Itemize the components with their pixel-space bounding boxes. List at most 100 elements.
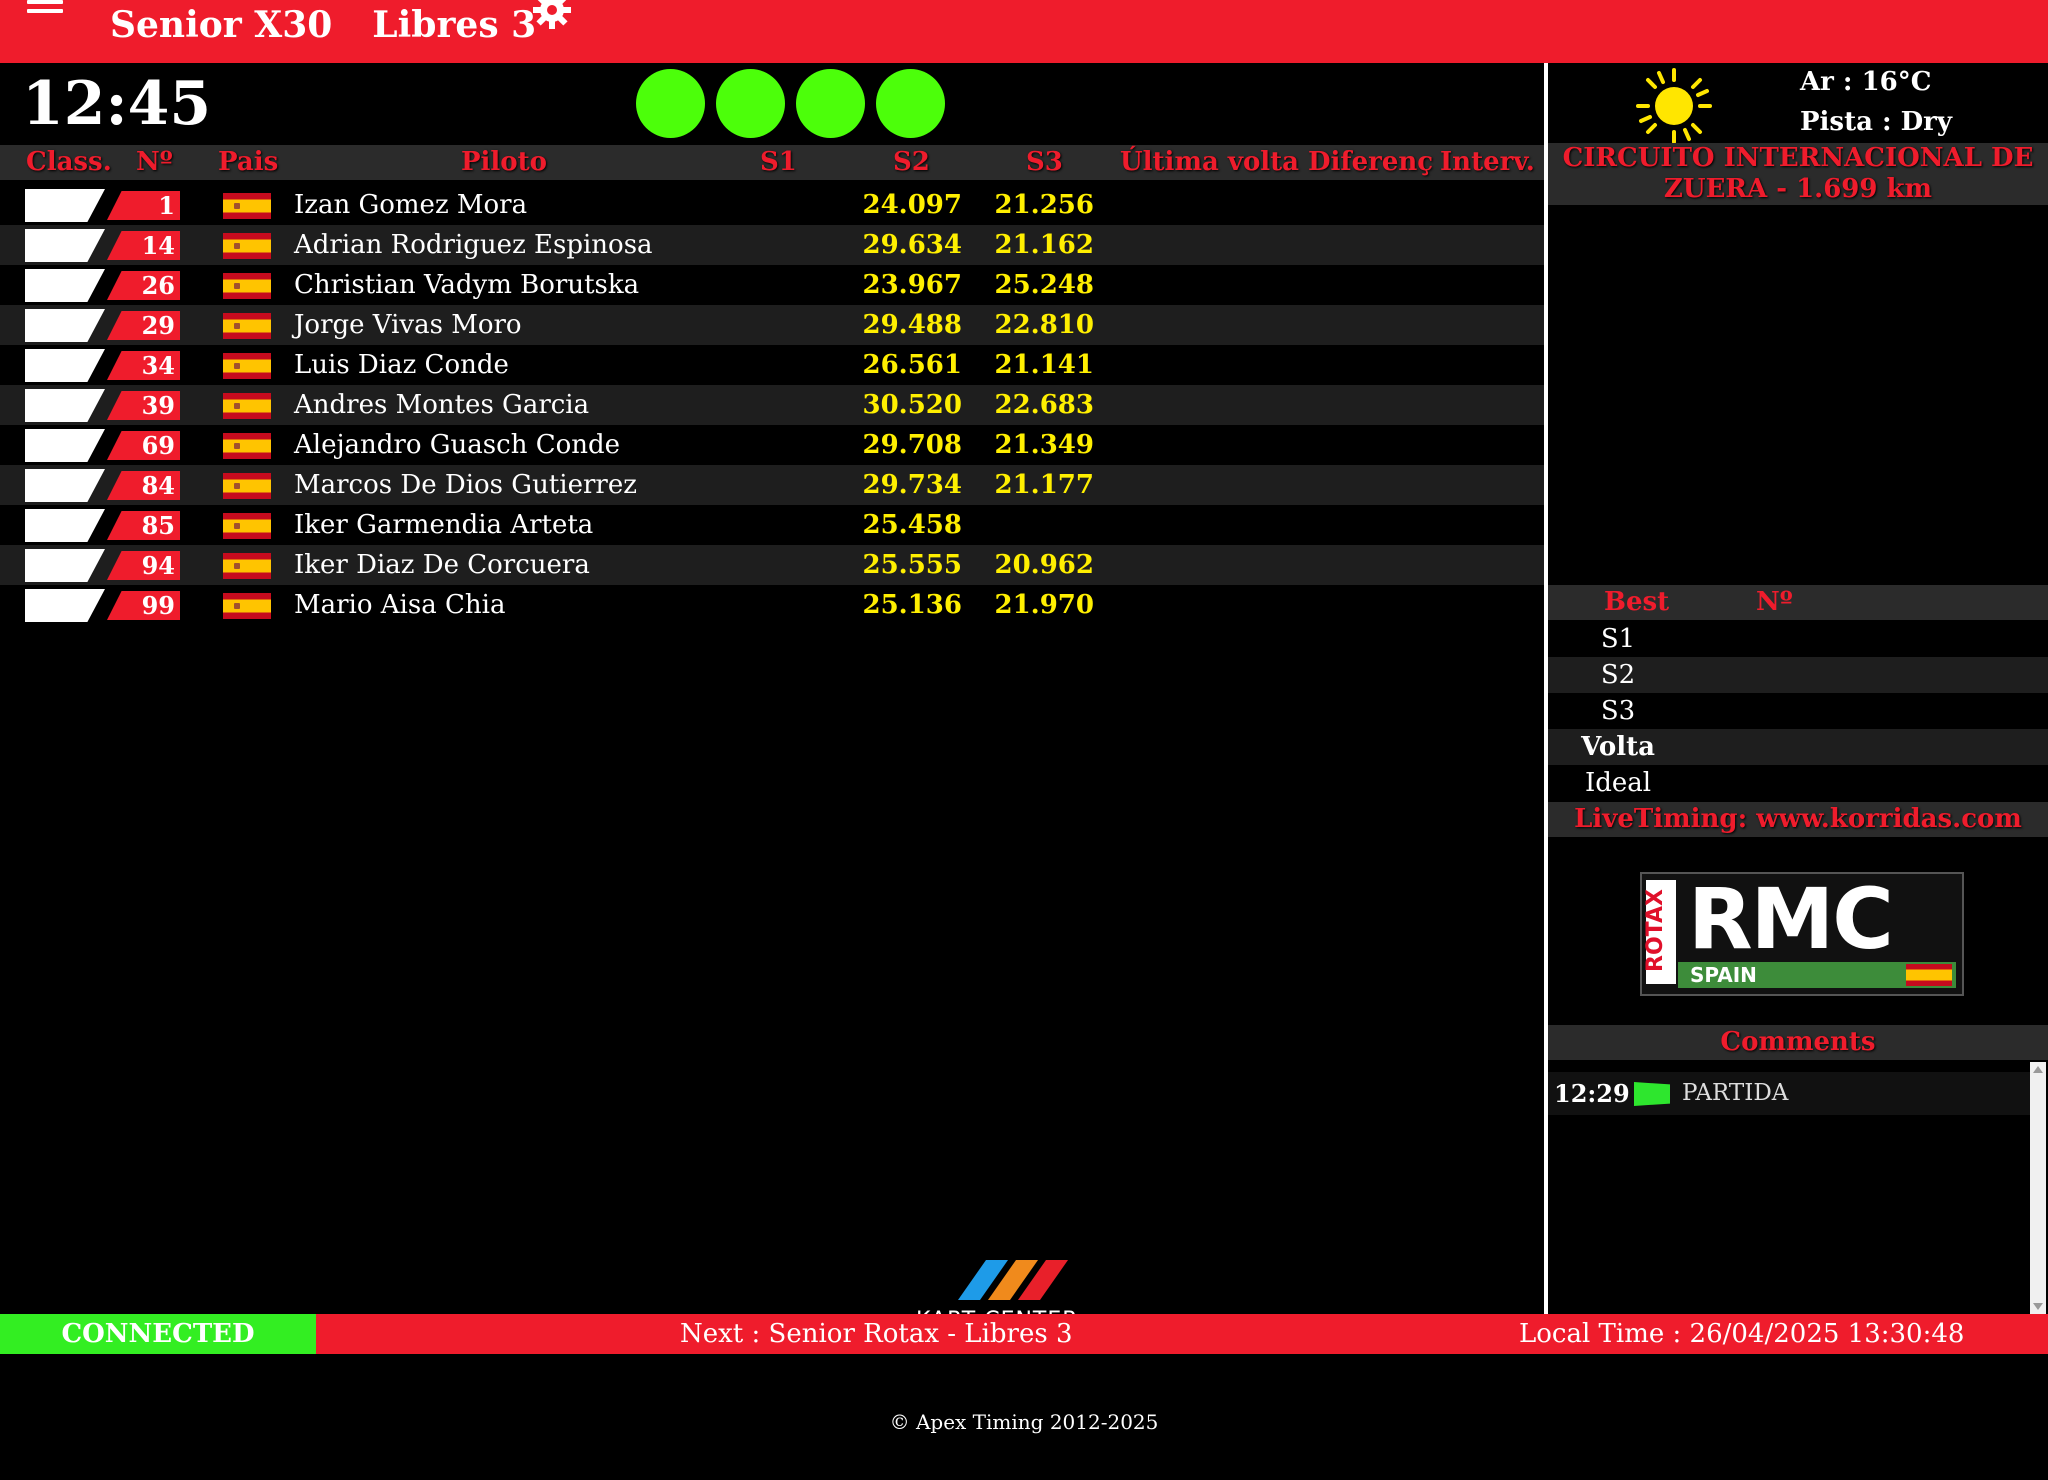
position-box — [25, 349, 105, 382]
spain-flag-icon — [223, 193, 271, 219]
sector-2-time: 29.634 — [862, 230, 962, 260]
spain-flag-icon — [223, 473, 271, 499]
comment-time: 12:29 — [1554, 1079, 1630, 1108]
position-box — [25, 469, 105, 502]
gear-icon[interactable] — [530, 0, 574, 32]
sector-2-time: 24.097 — [862, 190, 962, 220]
best-row-label: S2 — [1600, 660, 1636, 690]
position-box — [25, 549, 105, 582]
best-row-label: S3 — [1600, 696, 1636, 726]
col-s1[interactable]: S1 — [760, 145, 797, 180]
timing-table-header: Class. Nº Pais Piloto S1 S2 S3 Última vo… — [0, 145, 1544, 180]
table-row[interactable]: 14 Adrian Rodriguez Espinosa 29.634 21.1… — [0, 225, 1544, 265]
col-driver[interactable]: Piloto — [461, 145, 547, 180]
logo-main-text: RMC — [1688, 872, 1894, 968]
rmc-spain-logo: ROTAX RMC SPAIN — [1640, 872, 1964, 996]
comment-text: PARTIDA — [1682, 1080, 1789, 1106]
best-row-s1: S1 — [1548, 621, 2048, 657]
driver-name: Marcos De Dios Gutierrez — [294, 470, 637, 500]
position-box — [25, 389, 105, 422]
air-temperature: Ar : 16°C — [1800, 67, 1932, 97]
weather-info: Ar : 16°C Pista : Dry — [1800, 62, 1952, 142]
sector-3-time: 21.162 — [994, 230, 1094, 260]
driver-name: Iker Garmendia Arteta — [294, 510, 594, 540]
driver-name: Andres Montes Garcia — [294, 390, 590, 420]
driver-name: Alejandro Guasch Conde — [294, 430, 621, 460]
start-light — [716, 69, 785, 138]
col-number[interactable]: Nº — [136, 145, 173, 180]
sector-3-time: 21.970 — [994, 590, 1094, 620]
position-box — [25, 269, 105, 302]
circuit-name-line-2: ZUERA - 1.699 km — [1663, 174, 1933, 204]
sector-2-time: 29.734 — [862, 470, 962, 500]
spain-flag-icon — [223, 513, 271, 539]
logo-green-band: SPAIN — [1678, 962, 1956, 988]
table-row[interactable]: 34 Luis Diaz Conde 26.561 21.141 — [0, 345, 1544, 385]
table-row[interactable]: 99 Mario Aisa Chia 25.136 21.970 — [0, 585, 1544, 625]
comments-header: Comments — [1548, 1025, 2048, 1060]
col-class[interactable]: Class. — [26, 145, 112, 180]
col-country[interactable]: Pais — [218, 145, 278, 180]
kart-number: 84 — [141, 471, 175, 500]
table-row[interactable]: 85 Iker Garmendia Arteta 25.458 — [0, 505, 1544, 545]
position-box — [25, 589, 105, 622]
sector-3-time: 25.248 — [994, 270, 1094, 300]
hamburger-menu-icon[interactable] — [27, 0, 63, 14]
logo-side-text: ROTAX — [1642, 889, 1668, 972]
col-s3[interactable]: S3 — [1026, 145, 1063, 180]
table-row[interactable]: 69 Alejandro Guasch Conde 29.708 21.349 — [0, 425, 1544, 465]
best-header: Best Nº — [1548, 585, 2048, 620]
kart-number: 94 — [141, 551, 175, 580]
best-row-s3: S3 — [1548, 693, 2048, 729]
sector-3-time: 21.256 — [994, 190, 1094, 220]
spain-flag-icon — [223, 433, 271, 459]
sector-3-time: 21.177 — [994, 470, 1094, 500]
position-box — [25, 189, 105, 222]
kart-number: 34 — [141, 351, 175, 380]
spain-flag-icon — [223, 593, 271, 619]
table-row[interactable]: 1 Izan Gomez Mora 24.097 21.256 — [0, 185, 1544, 225]
kart-number: 99 — [141, 591, 175, 620]
logo-sub-text: SPAIN — [1690, 963, 1757, 987]
comments-scrollbar[interactable] — [2030, 1062, 2046, 1314]
position-box — [25, 229, 105, 262]
sector-2-time: 25.136 — [862, 590, 962, 620]
next-session: Next : Senior Rotax - Libres 3 — [680, 1319, 1073, 1349]
best-row-ideal: Ideal — [1548, 765, 2048, 801]
col-s2[interactable]: S2 — [893, 145, 930, 180]
start-lights — [636, 69, 945, 138]
scroll-down-arrow-icon[interactable] — [2033, 1303, 2043, 1310]
col-interval[interactable]: Interv. — [1440, 145, 1535, 180]
table-row[interactable]: 26 Christian Vadym Borutska 23.967 25.24… — [0, 265, 1544, 305]
sector-2-time: 23.967 — [862, 270, 962, 300]
circuit-name: CIRCUITO INTERNACIONAL DE ZUERA - 1.699 … — [1548, 143, 2048, 205]
table-row[interactable]: 29 Jorge Vivas Moro 29.488 22.810 — [0, 305, 1544, 345]
col-last-lap[interactable]: Última volta — [1120, 145, 1299, 180]
sector-2-time: 26.561 — [862, 350, 962, 380]
table-row[interactable]: 94 Iker Diaz De Corcuera 25.555 20.962 — [0, 545, 1544, 585]
position-box — [25, 429, 105, 462]
driver-name: Adrian Rodriguez Espinosa — [294, 230, 653, 260]
table-row[interactable]: 39 Andres Montes Garcia 30.520 22.683 — [0, 385, 1544, 425]
logo-side-band: ROTAX — [1642, 880, 1676, 984]
session-label: Libres 3 — [372, 4, 537, 46]
kart-number: 14 — [141, 231, 175, 260]
table-row[interactable]: 84 Marcos De Dios Gutierrez 29.734 21.17… — [0, 465, 1544, 505]
driver-name: Jorge Vivas Moro — [294, 310, 522, 340]
sector-3-time: 22.683 — [994, 390, 1094, 420]
sector-3-time: 21.141 — [994, 350, 1094, 380]
comment-item: 12:29 PARTIDA — [1548, 1072, 2030, 1115]
livetiming-link[interactable]: LiveTiming: www.korridas.com — [1548, 802, 2048, 837]
spain-flag-icon — [223, 553, 271, 579]
sector-2-time: 29.708 — [862, 430, 962, 460]
kart-number: 29 — [141, 311, 175, 340]
col-difference[interactable]: Diferenç — [1308, 145, 1433, 180]
connection-status: CONNECTED — [0, 1314, 316, 1354]
sun-icon — [1636, 68, 1712, 144]
driver-name: Christian Vadym Borutska — [294, 270, 640, 300]
sector-2-time: 25.458 — [862, 510, 962, 540]
session-title: Senior X30 Libres 3 — [110, 4, 576, 46]
scroll-up-arrow-icon[interactable] — [2033, 1066, 2043, 1073]
green-flag-icon — [1634, 1082, 1670, 1106]
sector-2-time: 29.488 — [862, 310, 962, 340]
